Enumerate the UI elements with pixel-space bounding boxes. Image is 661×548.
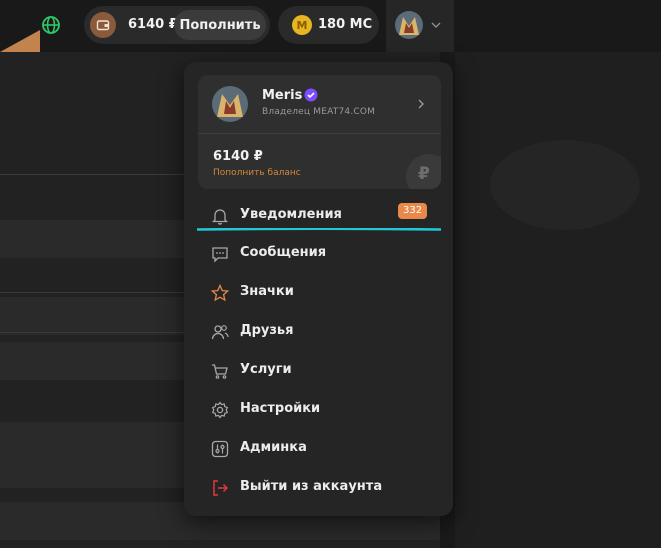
profile-avatar [212, 86, 248, 122]
notifications-count-badge: 332 [398, 203, 428, 219]
coins-amount: 180 MC [318, 17, 373, 32]
coins-pill[interactable]: M 180 MC [278, 6, 379, 44]
users-icon [211, 325, 229, 340]
ruble-icon: ₽ [406, 154, 441, 189]
accent-shape [0, 30, 40, 52]
user-role: Владелец MEAT74.COM [262, 107, 376, 117]
menu-label: Друзья [240, 323, 294, 338]
menu-item-badges[interactable]: Значки [198, 275, 441, 311]
cart-icon [212, 364, 228, 379]
topup-button[interactable]: Пополнить [174, 10, 266, 40]
topup-balance-link[interactable]: Пополнить баланс [213, 168, 301, 178]
menu-label: Уведомления [240, 207, 342, 222]
sliders-icon [211, 440, 229, 458]
menu-label: Сообщения [240, 245, 327, 260]
menu-label: Выйти из аккаунта [240, 479, 383, 494]
chevron-right-icon [418, 99, 424, 109]
chat-bubble-icon [212, 247, 228, 263]
menu-label: Значки [240, 284, 294, 299]
chevron-down-icon [431, 22, 441, 28]
menu-item-settings[interactable]: Настройки [198, 392, 441, 428]
avatar [395, 11, 423, 39]
coin-icon: M [292, 15, 312, 35]
menu-label: Настройки [240, 401, 321, 416]
menu-item-logout[interactable]: Выйти из аккаунта [198, 470, 441, 506]
divider [198, 133, 441, 134]
background-shape [490, 140, 640, 230]
menu-item-services[interactable]: Услуги [198, 353, 441, 389]
star-icon [210, 283, 230, 302]
bell-icon [211, 209, 229, 225]
wallet-pill: 6140 ₽ Пополнить [84, 6, 270, 44]
profile-balance: 6140 ₽ [213, 149, 263, 164]
top-bar: 6140 ₽ Пополнить M 180 MC [0, 0, 661, 52]
gear-icon [211, 401, 229, 419]
globe-icon[interactable] [40, 14, 62, 36]
menu-label: Услуги [240, 362, 292, 377]
profile-link[interactable]: Meris Владелец MEAT74.COM [198, 75, 441, 133]
logout-icon [213, 480, 229, 496]
menu-item-messages[interactable]: Сообщения [198, 236, 441, 272]
menu-label: Админка [240, 440, 307, 455]
profile-card: Meris Владелец MEAT74.COM 6140 ₽ Пополни… [198, 75, 441, 189]
username: Meris [262, 88, 303, 103]
account-dropdown: Meris Владелец MEAT74.COM 6140 ₽ Пополни… [184, 62, 453, 516]
menu-item-admin[interactable]: Админка [198, 431, 441, 467]
active-underline [197, 228, 441, 231]
background-side [455, 52, 661, 548]
account-menu-button[interactable] [386, 0, 454, 52]
wallet-icon [90, 12, 116, 38]
wallet-balance: 6140 ₽ [128, 17, 178, 32]
menu-item-friends[interactable]: Друзья [198, 314, 441, 350]
verified-icon [304, 88, 318, 102]
